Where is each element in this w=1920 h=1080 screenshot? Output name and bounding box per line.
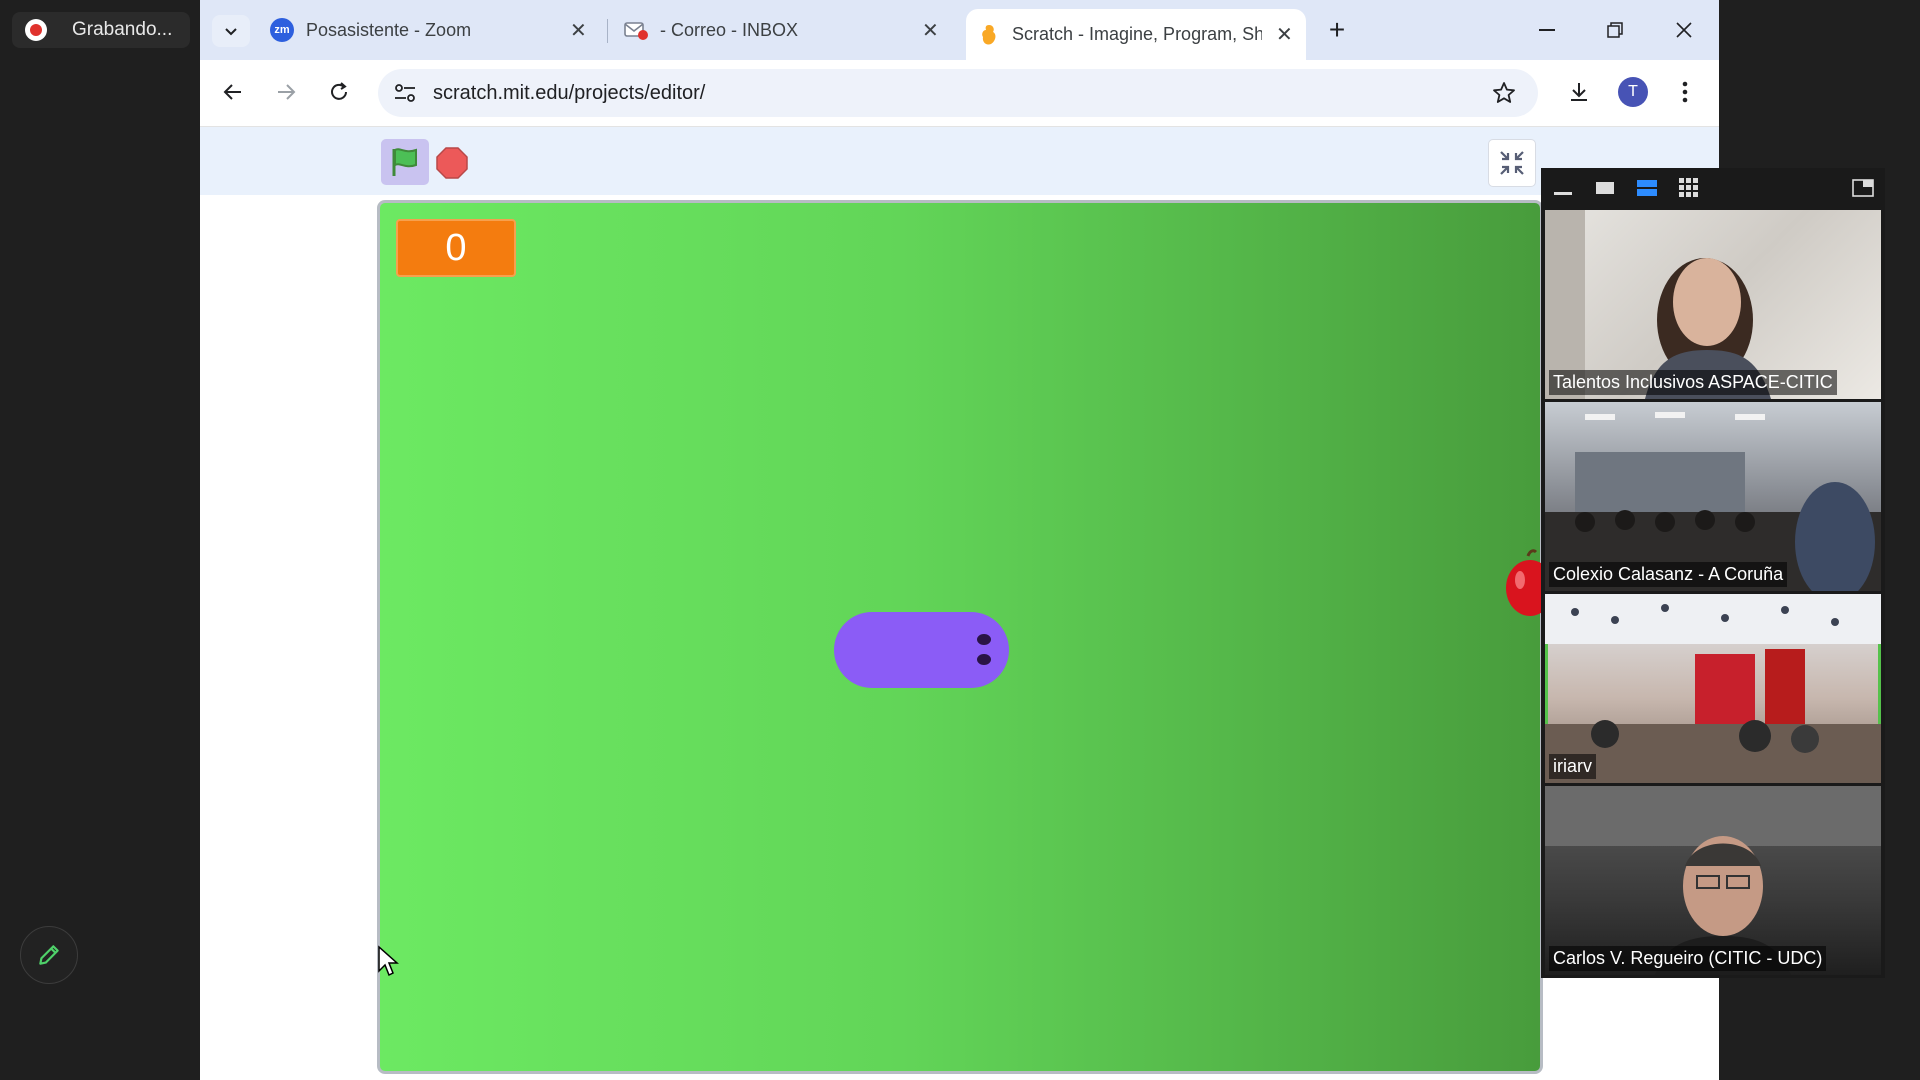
pop-out-icon [1852,179,1874,197]
participant-name: Talentos Inclusivos ASPACE-CITIC [1549,370,1837,395]
new-tab-button[interactable]: + [1322,15,1352,45]
downloads-button[interactable] [1564,77,1594,107]
close-tab-icon[interactable]: ✕ [570,18,587,43]
close-icon [1676,22,1692,38]
scratch-icon [980,24,998,46]
annotate-pen-button[interactable] [20,926,78,984]
green-flag-button[interactable] [381,139,429,185]
site-settings-icon[interactable] [393,82,417,104]
participant-name: Colexio Calasanz - A Coruña [1549,562,1788,587]
minimize-icon [1539,29,1555,31]
tab-strip: zm Posasistente - Zoom ✕ - Correo - INBO… [200,0,1719,60]
grid-icon [1679,178,1698,197]
tab-mail[interactable]: - Correo - INBOX ✕ [612,9,952,51]
mouse-cursor-icon [377,945,399,982]
close-tab-icon[interactable]: ✕ [922,18,939,43]
close-tab-icon[interactable]: ✕ [1276,22,1293,47]
green-flag-icon [392,148,417,176]
score-variable-monitor: 0 [396,219,516,277]
tab-scratch[interactable]: Scratch - Imagine, Program, Sha ✕ [966,9,1306,60]
scratch-stage[interactable]: 0 [377,200,1543,1074]
tab-title: - Correo - INBOX [660,19,799,40]
profile-button[interactable]: T [1618,77,1648,107]
download-icon [1571,83,1587,101]
bookmark-star-icon[interactable] [1492,81,1516,105]
hide-video-button[interactable] [1551,177,1575,199]
arrow-right-icon [278,84,296,100]
stage-header [200,127,1719,195]
zoom-icon: zm [270,18,294,42]
reload-icon [331,82,347,100]
participant-video-tile[interactable]: iriarv [1545,594,1881,783]
browser-window: zm Posasistente - Zoom ✕ - Correo - INBO… [200,0,1719,1080]
zoom-video-panel: Talentos Inclusivos ASPACE-CITIC Colexio… [1541,168,1885,978]
participant-name: Carlos V. Regueiro (CITIC - UDC) [1549,946,1827,971]
chevron-down-icon [225,28,237,36]
exit-fullscreen-button[interactable] [1488,139,1536,187]
speaker-view-button[interactable] [1593,177,1617,199]
recording-indicator[interactable]: Grabando... [12,12,190,48]
forward-button[interactable] [271,77,301,107]
participant-video-tile[interactable]: Carlos V. Regueiro (CITIC - UDC) [1545,786,1881,975]
tab-divider [607,19,608,43]
pop-out-button[interactable] [1851,177,1875,199]
participant-name: iriarv [1549,754,1596,779]
browser-menu-button[interactable] [1670,77,1700,107]
participant-video-tile[interactable]: Talentos Inclusivos ASPACE-CITIC [1545,210,1881,399]
stop-octagon-icon [436,147,468,179]
address-bar[interactable]: scratch.mit.edu/projects/editor/ [378,69,1538,117]
restore-icon [1607,22,1623,38]
stop-button[interactable] [436,147,468,184]
tab-title: Scratch - Imagine, Program, Sha [1012,24,1262,44]
arrow-left-icon [223,84,241,100]
avatar: T [1618,77,1648,107]
recording-label: Grabando... [72,19,173,40]
snake-eye [977,634,991,645]
kebab-menu-icon [1682,81,1688,103]
plus-icon: + [1328,14,1346,45]
snake-sprite[interactable] [834,612,1009,688]
zoom-view-toolbar [1541,168,1885,208]
minimize-icon [1554,191,1572,195]
restore-button[interactable] [1600,15,1630,45]
snake-eye [977,654,991,665]
browser-toolbar: scratch.mit.edu/projects/editor/ T [200,60,1719,127]
scratch-page: 0 [200,127,1719,1080]
minimize-button[interactable] [1532,15,1562,45]
reload-button[interactable] [324,77,354,107]
strip-view-icon [1637,180,1657,196]
single-view-icon [1596,182,1614,194]
tab-title: Posasistente - Zoom [306,19,472,40]
strip-view-button[interactable] [1635,177,1659,199]
record-icon [25,19,47,41]
tab-search-button[interactable] [212,15,250,47]
mail-icon [624,20,648,40]
pencil-icon [39,945,59,965]
tab-zoom[interactable]: zm Posasistente - Zoom ✕ [262,9,602,51]
url-text[interactable]: scratch.mit.edu/projects/editor/ [433,82,705,105]
exit-fullscreen-icon [1500,151,1524,175]
gallery-view-button[interactable] [1677,177,1701,199]
back-button[interactable] [218,77,248,107]
participant-video-tile[interactable]: Colexio Calasanz - A Coruña [1545,402,1881,591]
close-window-button[interactable] [1669,15,1699,45]
